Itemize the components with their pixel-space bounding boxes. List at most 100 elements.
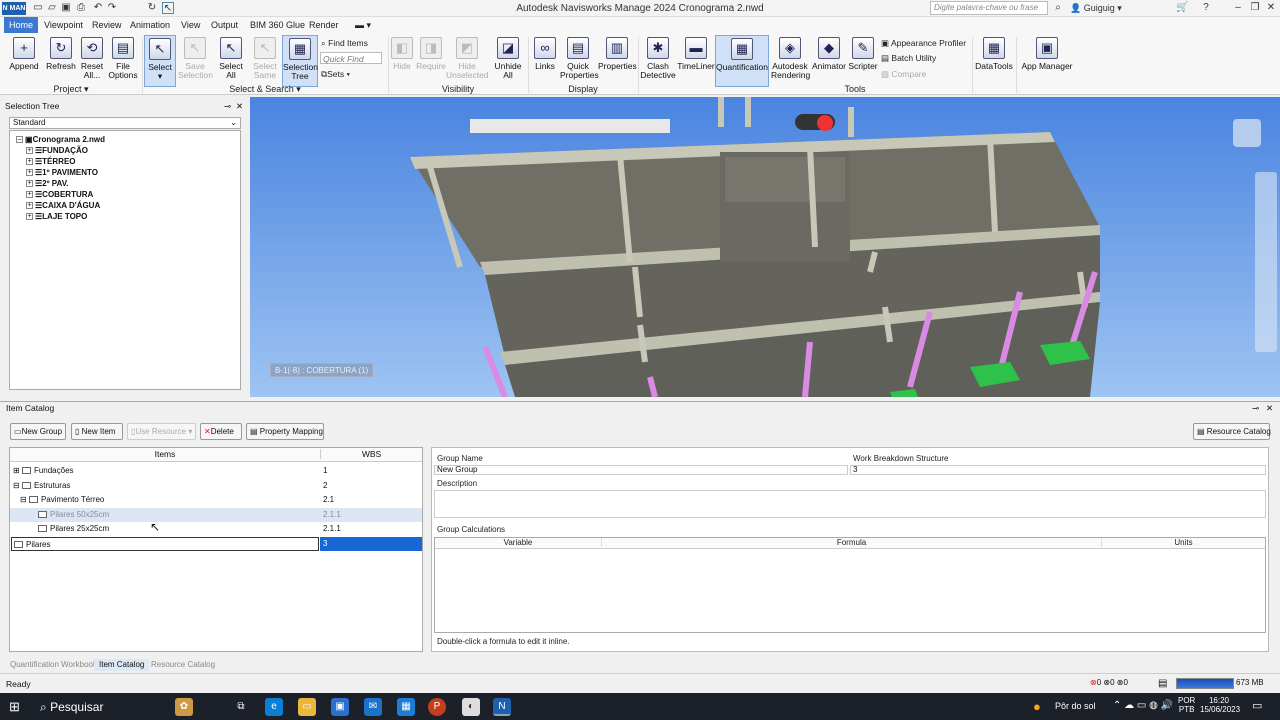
viewcube-icon[interactable] bbox=[1233, 119, 1261, 147]
wbs-field[interactable]: 3 bbox=[850, 465, 1266, 475]
item-name-input[interactable]: Pilares bbox=[11, 537, 319, 551]
expand-icon[interactable]: + bbox=[26, 180, 33, 188]
user-name[interactable]: 👤 Guiguig ▾ bbox=[1070, 3, 1122, 14]
app-manager-button[interactable]: ▣ App Manager bbox=[1020, 35, 1074, 87]
pin-icon[interactable]: ⊸ bbox=[224, 100, 231, 112]
table-row[interactable]: Pilares 50x25cm 2.1.1 bbox=[10, 508, 422, 522]
selection-tree-button[interactable]: ▦ Selection Tree bbox=[282, 35, 318, 87]
column-formula[interactable]: Formula bbox=[601, 538, 1101, 547]
minimize-icon[interactable]: – bbox=[1232, 2, 1244, 14]
quick-find-input[interactable]: Quick Find bbox=[320, 52, 382, 64]
group-project[interactable]: Project ▾ bbox=[0, 84, 142, 94]
expand-icon[interactable]: + bbox=[26, 213, 33, 221]
hide-unselected-button[interactable]: ◩ Hide Unselected bbox=[446, 35, 489, 87]
table-row[interactable]: Pilares 25x25cm 2.1.1 bbox=[10, 522, 422, 536]
reset-all-button[interactable]: ⟲ Reset All... bbox=[78, 35, 106, 87]
navisworks-icon[interactable]: N bbox=[493, 698, 511, 716]
tab-extra-icon[interactable]: ▬ ▾ bbox=[350, 17, 376, 33]
quantification-button[interactable]: ▦ Quantification bbox=[715, 35, 769, 87]
sets-dropdown[interactable]: ⧉Sets ▾ bbox=[321, 68, 350, 80]
edge-icon[interactable]: e bbox=[265, 698, 283, 716]
animator-button[interactable]: ◆ Animator bbox=[811, 35, 847, 87]
tab-view[interactable]: View bbox=[176, 17, 205, 33]
new-group-button[interactable]: ▭New Group bbox=[10, 423, 66, 440]
collapse-icon[interactable]: ⊟ bbox=[13, 481, 20, 490]
navigation-bar[interactable] bbox=[1255, 172, 1277, 352]
close-icon[interactable]: ✕ bbox=[1265, 2, 1277, 14]
description-field[interactable] bbox=[434, 490, 1266, 518]
expand-icon[interactable]: + bbox=[26, 158, 33, 166]
hide-button[interactable]: ◧ Hide bbox=[390, 35, 414, 87]
collapse-icon[interactable]: – bbox=[16, 136, 23, 144]
autodesk-rendering-button[interactable]: ◈ Autodesk Rendering bbox=[771, 35, 810, 87]
column-items[interactable]: Items bbox=[10, 449, 320, 459]
pinned-app-icon[interactable]: ✿ bbox=[175, 698, 193, 716]
appearance-profiler-button[interactable]: ▣ Appearance Profiler bbox=[881, 37, 966, 49]
column-units[interactable]: Units bbox=[1101, 538, 1265, 547]
tab-resource-catalog[interactable]: Resource Catalog bbox=[146, 659, 220, 671]
store-icon[interactable]: ▣ bbox=[331, 698, 349, 716]
help-search-input[interactable]: Digite palavra-chave ou frase bbox=[930, 1, 1048, 15]
tab-home[interactable]: Home bbox=[4, 17, 39, 33]
tab-quantification-workbook[interactable]: Quantification Workbook bbox=[5, 659, 102, 671]
column-wbs[interactable]: WBS bbox=[320, 449, 422, 459]
file-options-button[interactable]: ▤ File Options bbox=[106, 35, 140, 87]
tab-item-catalog[interactable]: Item Catalog bbox=[94, 659, 150, 671]
group-name-field[interactable]: New Group bbox=[434, 465, 848, 475]
calendar-icon[interactable]: ▦ bbox=[397, 698, 415, 716]
links-button[interactable]: ∞ Links bbox=[532, 35, 558, 87]
tree-item[interactable]: + ☰LAJE TOPO bbox=[26, 211, 240, 222]
resource-catalog-button[interactable]: ▤ Resource Catalog bbox=[1193, 423, 1271, 440]
tree-item[interactable]: + ☰TÉRREO bbox=[26, 156, 240, 167]
expand-icon[interactable]: + bbox=[26, 169, 33, 177]
close-panel-icon[interactable]: ✕ bbox=[236, 100, 243, 112]
expand-icon[interactable]: + bbox=[26, 202, 33, 210]
wbs-cell[interactable]: 3 bbox=[320, 537, 422, 551]
tab-render[interactable]: Render bbox=[304, 17, 344, 33]
restore-icon[interactable]: ❐ bbox=[1249, 2, 1261, 14]
tree-item[interactable]: + ☰1º PAVIMENTO bbox=[26, 167, 240, 178]
cart-icon[interactable]: 🛒 bbox=[1176, 2, 1188, 14]
select-all-button[interactable]: ↖ Select All bbox=[216, 35, 246, 87]
append-button[interactable]: + Append bbox=[6, 35, 42, 87]
tree-root[interactable]: – ▣Cronograma 2.nwd bbox=[16, 134, 240, 145]
expand-icon[interactable]: ⊞ bbox=[13, 466, 20, 475]
windows-start-icon[interactable]: ⊞ bbox=[9, 699, 20, 715]
expand-icon[interactable]: + bbox=[26, 147, 33, 155]
tab-animation[interactable]: Animation bbox=[125, 17, 175, 33]
task-view-icon[interactable]: ⧉ bbox=[232, 698, 250, 716]
close-panel-icon[interactable]: ✕ bbox=[1266, 402, 1273, 415]
table-row[interactable]: ⊟ Pavimento Térreo 2.1 bbox=[10, 493, 422, 507]
tab-viewpoint[interactable]: Viewpoint bbox=[39, 17, 88, 33]
table-row[interactable]: ⊟ Estruturas 2 bbox=[10, 479, 422, 493]
tree-mode-dropdown[interactable]: Standard ⌄ bbox=[9, 117, 241, 129]
powerpoint-icon[interactable]: P bbox=[428, 698, 446, 716]
tree-item[interactable]: + ☰2º PAV. bbox=[26, 178, 240, 189]
tree-item[interactable]: + ☰FUNDAÇÃO bbox=[26, 145, 240, 156]
column-variable[interactable]: Variable bbox=[435, 538, 601, 547]
clash-detective-button[interactable]: ✱ Clash Detective bbox=[640, 35, 676, 87]
select-button[interactable]: ↖ Select ▾ bbox=[144, 35, 176, 87]
3d-viewport[interactable] bbox=[250, 97, 1280, 397]
tree-item[interactable]: + ☰CAIXA D'ÁGUA bbox=[26, 200, 240, 211]
chrome-icon[interactable]: ◐ bbox=[462, 698, 480, 716]
table-row[interactable]: ⊞ Fundações 1 bbox=[10, 464, 422, 478]
binoculars-icon[interactable]: ⌕ bbox=[1052, 2, 1064, 14]
tree-item[interactable]: + ☰COBERTURA bbox=[26, 189, 240, 200]
notification-icon[interactable]: ▭ bbox=[1252, 699, 1262, 712]
tab-output[interactable]: Output bbox=[206, 17, 243, 33]
scripter-button[interactable]: ✎ Scripter bbox=[848, 35, 878, 87]
timeliner-button[interactable]: ▬ TimeLiner bbox=[677, 35, 715, 87]
quick-properties-button[interactable]: ▤ Quick Properties bbox=[560, 35, 599, 87]
new-item-button[interactable]: ▯ New Item bbox=[71, 423, 123, 440]
item-table[interactable]: Items WBS ⊞ Fundações 1 ⊟ Estruturas 2 ⊟ P… bbox=[9, 447, 423, 652]
properties-button[interactable]: ▥ Properties bbox=[598, 35, 637, 87]
help-icon[interactable]: ? bbox=[1200, 2, 1212, 14]
collapse-icon[interactable]: ⊟ bbox=[20, 495, 27, 504]
require-button[interactable]: ◨ Require bbox=[416, 35, 446, 87]
save-selection-button[interactable]: ↖ Save Selection bbox=[178, 35, 213, 87]
use-resource-button[interactable]: ▯Use Resource ▾ bbox=[127, 423, 196, 440]
find-items-button[interactable]: ⌕ Find Items bbox=[321, 37, 368, 49]
batch-utility-button[interactable]: ▤ Batch Utility bbox=[881, 52, 936, 64]
pin-icon[interactable]: ⊸ bbox=[1252, 402, 1259, 415]
